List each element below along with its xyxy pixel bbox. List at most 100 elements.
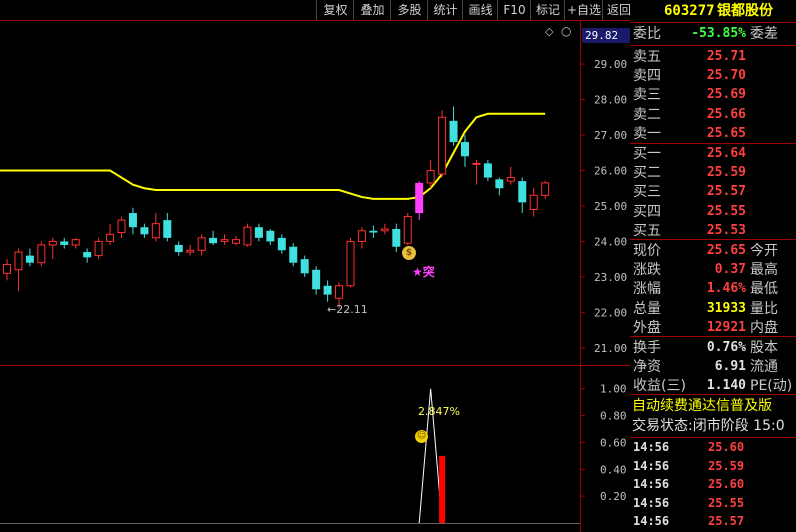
candle-41[interactable] [472,159,481,185]
candle-body [415,182,424,214]
stat2-1-label2: 流通 [750,359,778,376]
candle-11[interactable] [128,207,137,235]
candle-1[interactable] [14,248,23,292]
weibi-label: 委比 [633,26,661,42]
candle-42[interactable] [483,159,492,182]
trade-row: 14:56 25.60 [632,476,796,493]
candle-30[interactable] [346,237,355,288]
bid-0-value: 25.64 [706,146,746,161]
candle-body [243,226,252,246]
candle-6[interactable] [71,237,80,249]
indicator-tick-label: 0.20 [600,490,627,503]
candle-body [94,240,103,257]
diamond-icon[interactable]: ◇ [545,25,553,38]
candle-21[interactable] [243,223,252,247]
candle-15[interactable] [174,241,183,256]
stat2-1-value: 6.91 [714,359,746,375]
stat-0-label2: 今开 [750,243,778,259]
stat2-0-row: 换手 0.76% 股本 [632,339,796,357]
candle-23[interactable] [266,229,275,245]
candle-8[interactable] [94,237,103,260]
kline-chart[interactable]: 29.00 28.00 27.00 26.00 25.00 24.00 23.00 22.00… [0,0,630,532]
candle-body [106,233,115,242]
stat-4-row: 外盘 12921 内盘 [632,319,796,337]
candle-body [186,249,195,253]
chart-window: 复权 叠加 多股 统计 画线 F10 标记 +自选 返回 603277 银都股份 29.00 28… [0,0,796,532]
price-top-label: 29.82 [582,28,630,43]
candle-13[interactable] [151,213,160,242]
candle-34[interactable] [392,223,401,253]
candle-14[interactable] [163,213,172,242]
indicator-tick-label: 0.40 [600,463,627,476]
stat-3-value: 31933 [706,300,746,316]
ask-3-value: 25.66 [706,106,746,122]
price-tick-label: 21.00 [594,342,627,355]
price-tick-label: 27.00 [594,129,627,142]
candle-9[interactable] [106,223,115,245]
candle-39[interactable] [449,106,458,146]
candle-38[interactable] [438,110,447,178]
candle-17[interactable] [197,234,206,256]
bid-0-label: 买一 [633,146,661,162]
candle-25[interactable] [289,243,298,267]
candle-body [346,240,355,287]
candle-36[interactable] [415,181,424,221]
candle-32[interactable] [369,225,378,238]
candle-4[interactable] [48,237,57,260]
candle-28[interactable] [323,280,332,302]
candle-10[interactable] [117,216,126,238]
promo-banner[interactable]: 自动续费通达信普及版 [632,397,772,415]
weibi-value: -53.85% [691,26,746,41]
stat-4-value: 12921 [706,319,746,335]
candle-body [48,240,57,246]
candle-45[interactable] [518,177,527,214]
candle-20[interactable] [232,236,240,245]
candle-body [461,142,469,157]
candle-2[interactable] [25,248,34,267]
candle-33[interactable] [380,223,389,235]
candle-24[interactable] [277,234,286,254]
stat-1-row: 涨跌 0.37 最高 [632,261,796,279]
candle-5[interactable] [60,237,69,249]
stat-1-label2: 最高 [750,262,778,279]
candle-body [300,259,309,274]
stat-2-row: 涨幅 1.46% 最低 [632,280,796,298]
candle-16[interactable] [186,244,195,256]
stock-code: 603277 [664,3,715,19]
stat-3-label: 总量 [633,300,661,317]
candle-43[interactable] [495,177,504,196]
candle-22[interactable] [254,223,263,242]
candle-3[interactable] [37,241,46,267]
candle-46[interactable] [529,188,538,217]
candle-0[interactable] [3,259,11,281]
candle-47[interactable] [541,180,550,199]
candle-body [209,237,218,244]
candle-19[interactable] [220,234,229,245]
candle-31[interactable] [357,227,366,249]
price-tick-label: 23.00 [594,271,627,284]
candle-44[interactable] [506,166,515,185]
bid-3-value: 25.55 [706,203,746,219]
price-tick-label: 26.00 [594,164,627,177]
candle-body [197,237,206,251]
bid-2-value: 25.57 [706,184,746,200]
candle-body [483,163,492,178]
candle-27[interactable] [312,266,321,295]
candle-body [220,239,229,242]
stat2-1-label: 净资 [633,359,661,376]
candle-40[interactable] [461,135,469,167]
stat2-2-value: 1.140 [706,378,746,394]
ask-4-row: 卖一 25.65 [632,125,796,143]
weicha-label: 委差 [750,26,778,42]
circle-icon[interactable]: ○ [561,24,571,38]
indicator-tick-label: 0.60 [600,436,627,449]
candle-35[interactable] [403,213,412,245]
candle-body [289,246,298,263]
candle-7[interactable] [83,248,92,263]
candle-12[interactable] [140,223,149,238]
candle-18[interactable] [209,230,218,245]
candle-body [335,285,344,299]
stat-4-label: 外盘 [633,319,661,336]
stat-2-label2: 最低 [750,281,778,298]
candle-26[interactable] [300,255,309,277]
